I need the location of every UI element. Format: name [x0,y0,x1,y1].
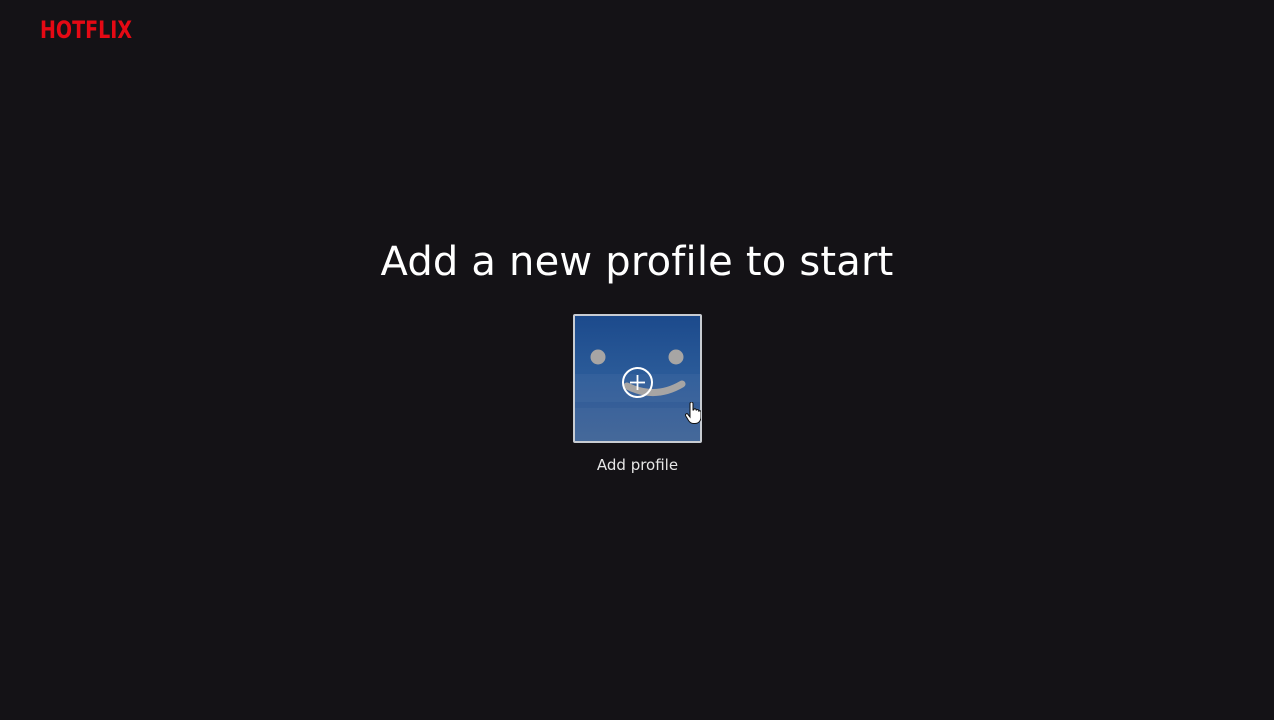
add-circle-icon [622,367,653,398]
page-title: Add a new profile to start [380,239,894,285]
profile-label[interactable]: Add profile [573,455,702,475]
hotflix-logo[interactable]: HOTFLIX [40,14,132,42]
svg-text:HOTFLIX: HOTFLIX [40,16,132,42]
profile-gate-page: HOTFLIX Add a new profile to start Add p… [0,0,1274,720]
add-profile-button[interactable]: Add profile [573,314,702,475]
profile-avatar[interactable] [573,314,702,443]
logo-wordmark: HOTFLIX [40,16,132,42]
